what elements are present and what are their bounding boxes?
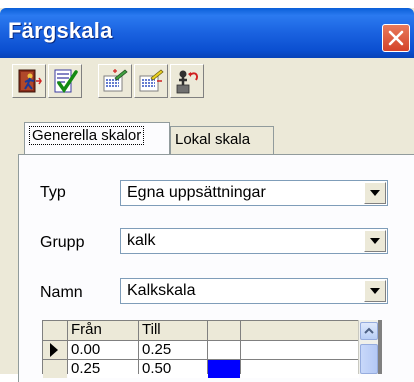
grupp-dropdown-button[interactable]	[364, 230, 386, 252]
toolbar	[0, 58, 414, 110]
scroll-up-button[interactable]	[360, 322, 378, 340]
grid-scrollbar[interactable]	[358, 320, 378, 374]
cell-color[interactable]	[208, 360, 240, 378]
column-header-to[interactable]: Till	[139, 321, 207, 340]
accept-button[interactable]	[48, 64, 82, 98]
typ-label: Typ	[40, 184, 66, 201]
typ-dropdown-button[interactable]	[364, 182, 386, 204]
scroll-thumb[interactable]	[360, 344, 378, 374]
scale-grid[interactable]: Från Till 0.00 0.25 0.25 0.50	[42, 320, 382, 378]
close-button[interactable]	[382, 24, 410, 52]
row-indicator[interactable]	[43, 360, 67, 378]
cell-color[interactable]	[208, 341, 240, 359]
tab-lokal-skala[interactable]: Lokal skala	[170, 126, 274, 154]
namn-label: Namn	[40, 284, 83, 301]
column-header-from[interactable]: Från	[68, 321, 138, 340]
cell-to[interactable]: 0.25	[139, 341, 207, 359]
column-header-extra[interactable]	[241, 321, 359, 340]
grupp-label: Grupp	[40, 234, 85, 251]
cell-extra[interactable]	[241, 341, 359, 359]
typ-dropdown[interactable]: Egna uppsättningar	[120, 180, 388, 206]
restore-button[interactable]	[170, 64, 204, 98]
color-swatch	[208, 360, 240, 378]
namn-dropdown-button[interactable]	[364, 280, 386, 302]
edit-scale-button[interactable]	[98, 64, 132, 98]
cell-from[interactable]: 0.25	[68, 360, 138, 378]
exit-button[interactable]	[12, 64, 46, 98]
cell-to[interactable]: 0.50	[139, 360, 207, 378]
grid-corner	[43, 321, 67, 340]
tab-lokal-skala-label: Lokal skala	[175, 131, 251, 148]
cell-from[interactable]: 0.00	[68, 341, 138, 359]
namn-dropdown[interactable]: Kalkskala	[120, 278, 388, 304]
edit-color-button[interactable]	[134, 64, 168, 98]
grupp-value: kalk	[127, 232, 156, 249]
namn-value: Kalkskala	[127, 282, 196, 299]
tab-generella-skalor[interactable]: Generella skalor	[24, 122, 170, 156]
tab-generella-skalor-label: Generella skalor	[29, 126, 145, 145]
title-bar[interactable]: Färgskala	[0, 8, 414, 58]
column-header-color[interactable]	[208, 321, 240, 340]
row-indicator[interactable]	[43, 341, 67, 359]
cell-extra[interactable]	[241, 360, 359, 378]
window-title: Färgskala	[8, 18, 113, 43]
typ-value: Egna uppsättningar	[127, 184, 266, 201]
grupp-dropdown[interactable]: kalk	[120, 228, 388, 254]
